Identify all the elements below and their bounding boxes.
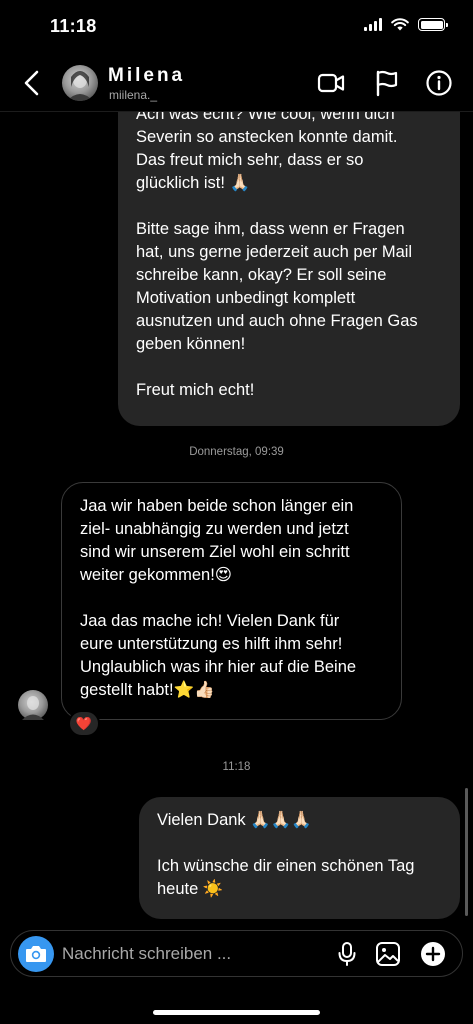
message-timestamp: 11:18	[222, 761, 251, 773]
info-icon[interactable]	[424, 68, 454, 98]
microphone-icon[interactable]	[333, 940, 361, 968]
chevron-left-icon[interactable]	[18, 68, 46, 98]
message-input[interactable]	[62, 931, 322, 976]
chat-header: Milena miilena._	[0, 54, 473, 112]
message-outgoing[interactable]: Ach was echt? Wie cool, wenn dich Severi…	[118, 90, 460, 426]
reaction-heart-icon[interactable]: ❤️	[68, 710, 100, 737]
message-incoming[interactable]: Jaa wir haben beide schon länger ein zie…	[61, 482, 402, 720]
scrollbar[interactable]	[465, 788, 468, 916]
message-composer	[10, 930, 463, 977]
message-text: Bitte sage ihm, dass wenn er Fragen hat,…	[136, 220, 418, 353]
avatar-photo	[22, 696, 44, 720]
message-text: Vielen Dank 🙏🏻🙏🏻🙏🏻	[157, 811, 312, 829]
avatar[interactable]	[62, 65, 98, 101]
message-outgoing[interactable]: Vielen Dank 🙏🏻🙏🏻🙏🏻 Ich wünsche dir einen…	[139, 797, 460, 919]
message-text: Jaa das mache ich! Vielen Dank für eure …	[80, 612, 357, 699]
message-text: Freut mich echt!	[136, 381, 255, 399]
message-text: Severin so anstecken konnte damit. Das f…	[136, 128, 398, 192]
message-text: Ich wünsche dir einen schönen Tag heute …	[157, 857, 415, 898]
home-indicator[interactable]	[153, 1010, 320, 1015]
plus-circle-icon[interactable]	[419, 940, 447, 968]
video-camera-icon[interactable]	[316, 68, 346, 98]
wifi-icon	[391, 18, 409, 31]
image-icon[interactable]	[374, 940, 402, 968]
battery-icon	[418, 18, 448, 31]
status-time: 11:18	[50, 16, 97, 36]
message-timestamp: Donnerstag, 09:39	[189, 446, 284, 458]
camera-icon	[26, 946, 46, 962]
message-text: Jaa wir haben beide schon länger ein zie…	[80, 497, 354, 584]
signal-icon	[364, 18, 382, 31]
contact-name[interactable]: Milena	[108, 65, 185, 87]
avatar-photo	[67, 71, 93, 101]
flag-icon[interactable]	[372, 68, 402, 98]
camera-button[interactable]	[18, 936, 54, 972]
status-bar: 11:18	[0, 0, 473, 54]
status-icons	[364, 18, 448, 31]
sender-avatar[interactable]	[18, 690, 48, 720]
contact-username[interactable]: miilena._	[109, 88, 157, 102]
